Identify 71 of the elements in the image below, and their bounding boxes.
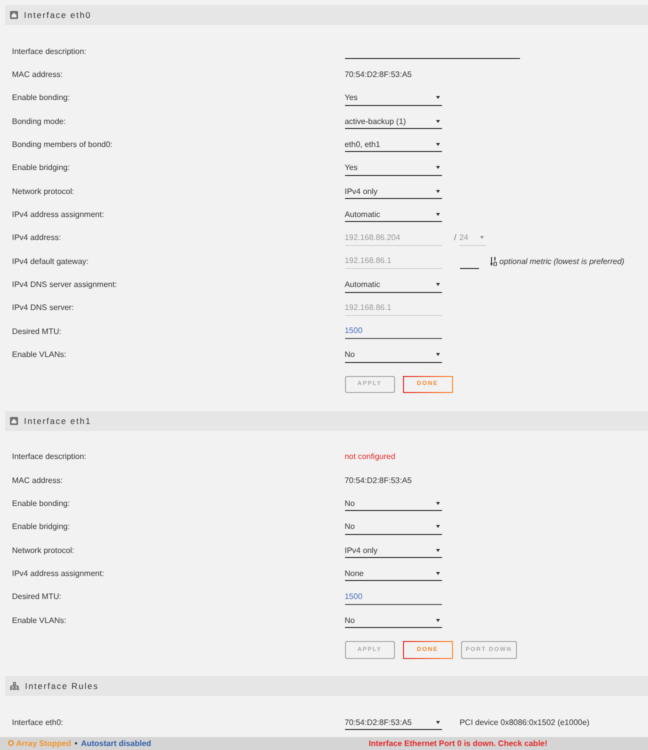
field-label: Desired MTU:	[12, 326, 62, 336]
dropdown[interactable]: IPv4 only	[344, 183, 442, 200]
field-label: Enable VLANs:	[12, 350, 66, 360]
field-label: IPv4 address assignment:	[12, 210, 104, 219]
caret-icon	[436, 548, 440, 552]
array-status-text: Array Stopped	[16, 738, 72, 748]
autostart-text: Autostart disabled	[80, 738, 152, 748]
value-text: 70:54:D2:8F:53:A5	[344, 476, 412, 485]
hierarchy-icon	[10, 682, 19, 690]
field-label: IPv4 DNS server:	[12, 303, 74, 312]
caret-icon	[436, 142, 440, 146]
dropdown[interactable]: None	[344, 565, 442, 582]
input-field[interactable]: 1500	[344, 323, 442, 340]
port-icon	[10, 11, 18, 19]
field-label: Enable bridging:	[12, 163, 70, 172]
caret-icon	[436, 190, 440, 193]
caret-icon	[436, 120, 440, 123]
field-label: Network protocol:	[12, 186, 74, 196]
dropdown[interactable]: No	[344, 346, 442, 363]
caret-icon	[436, 502, 440, 505]
caret-icon	[436, 212, 440, 216]
caret-icon	[436, 96, 440, 100]
field-label: Desired MTU:	[12, 592, 62, 602]
field-label: Enable bonding:	[12, 93, 70, 102]
dropdown[interactable]: Yes	[344, 160, 442, 176]
value-text: not configured	[344, 452, 396, 462]
field-label: MAC address:	[12, 476, 63, 485]
dropdown[interactable]: IPv4 only	[344, 542, 442, 558]
field-label: Interface description:	[12, 452, 86, 462]
dropdown[interactable]: Automatic	[344, 276, 442, 292]
dropdown[interactable]: Yes	[344, 90, 442, 106]
caret-icon	[436, 353, 440, 356]
caret-icon	[436, 166, 440, 170]
status-message: Interface Ethernet Port 0 is down. Check cable!	[368, 738, 548, 748]
field-label: MAC address:	[12, 70, 63, 79]
input-field[interactable]: 1500	[344, 588, 442, 605]
section-title: Interface eth0	[24, 10, 92, 20]
caret-icon	[436, 525, 440, 528]
netmask-slash: /	[454, 233, 456, 242]
dropdown[interactable]: No	[344, 612, 442, 628]
caret-icon	[436, 720, 440, 724]
caret-icon	[436, 572, 440, 575]
dropdown[interactable]: No	[344, 495, 442, 512]
field-label: Enable VLANs:	[12, 616, 66, 625]
dropdown[interactable]: eth0, eth1	[344, 136, 442, 152]
hint-text: optional metric (lowest is preferred)	[499, 256, 624, 266]
caret-icon	[436, 283, 440, 286]
dropdown[interactable]: No	[344, 518, 442, 535]
field-label: Bonding mode:	[12, 116, 66, 126]
field-label: IPv4 default gateway:	[12, 256, 88, 266]
caret-icon	[436, 618, 440, 622]
dropdown[interactable]: 70:54:D2:8F:53:A5	[344, 714, 442, 730]
field-label: Interface description:	[12, 46, 86, 56]
field-label: Network protocol:	[12, 546, 74, 555]
field-label: Enable bridging:	[12, 522, 70, 532]
device-info-text: PCI device 0x8086:0x1502 (e1000e)	[460, 718, 590, 727]
field-label: IPv4 address:	[12, 233, 61, 242]
field-label: IPv4 address assignment:	[12, 568, 104, 578]
dropdown[interactable]: Automatic	[344, 206, 442, 222]
field-label: IPv4 DNS server assignment:	[12, 280, 117, 289]
sort-icon	[490, 256, 498, 266]
section-title: Interface eth1	[24, 416, 92, 426]
port-icon	[10, 416, 18, 425]
separator-text: •	[74, 738, 78, 748]
field-label: Interface eth0:	[12, 718, 64, 727]
field-label: Bonding members of bond0:	[12, 140, 113, 149]
dropdown[interactable]: active-backup (1)	[344, 113, 442, 130]
value-text: 70:54:D2:8F:53:A5	[344, 70, 412, 79]
field-label: Enable bonding:	[12, 498, 70, 508]
caret-icon	[480, 236, 484, 240]
section-title: Interface Rules	[25, 681, 99, 692]
